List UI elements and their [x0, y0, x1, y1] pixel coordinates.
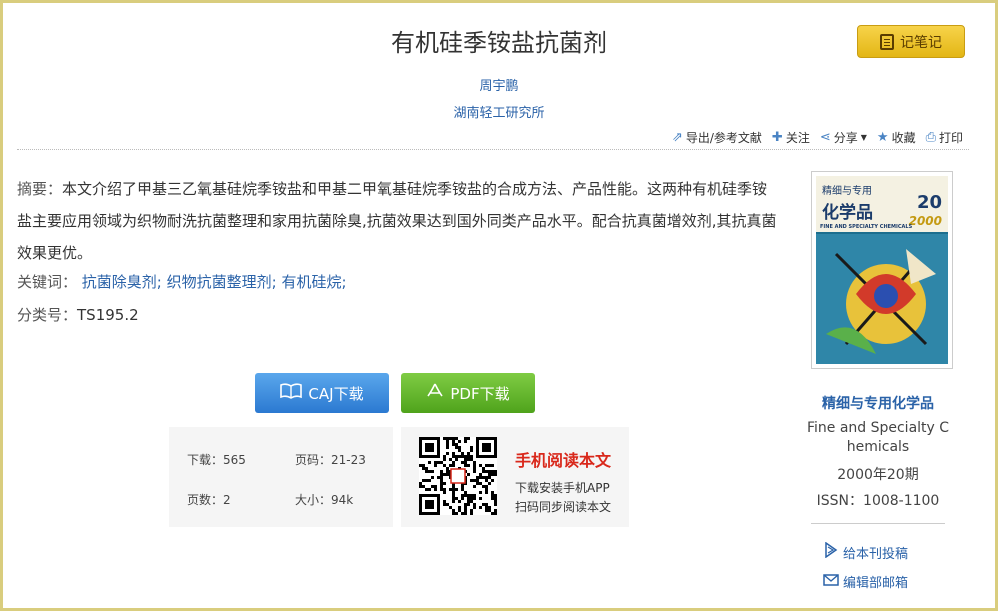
- submit-manuscript-link[interactable]: 给本刊投稿: [823, 541, 909, 562]
- institution-link[interactable]: 湖南轻工研究所: [3, 102, 995, 121]
- caj-download-button[interactable]: CAJ下载: [255, 373, 389, 413]
- header-divider: [17, 149, 969, 150]
- submit-label: 给本刊投稿: [843, 546, 909, 562]
- email-label: 编辑部邮箱: [843, 576, 909, 591]
- author-link[interactable]: 周宇鹏: [3, 75, 995, 94]
- book-icon: [280, 383, 303, 403]
- notebook-icon: [880, 33, 894, 50]
- keywords-label: 关键词：: [17, 273, 78, 291]
- keyword-link[interactable]: 有机硅烷;: [281, 273, 346, 291]
- mobile-reading-title: 手机阅读本文: [515, 451, 612, 470]
- keyword-link[interactable]: 抗菌除臭剂;: [82, 273, 162, 291]
- abstract-text: 本文介绍了甲基三乙氧基硅烷季铵盐和甲基二甲氧基硅烷季铵盐的合成方法、产品性能。这…: [17, 180, 777, 262]
- caj-download-label: CAJ下载: [308, 384, 364, 403]
- printer-icon: ⎙: [925, 130, 936, 145]
- journal-en-line1: Fine and Specialty C: [806, 420, 950, 436]
- export-label: 导出/参考文献: [685, 131, 762, 145]
- sidebar-divider: [811, 523, 945, 524]
- cover-issue: 20: [916, 192, 942, 213]
- journal-en-line2: hemicals: [846, 439, 910, 455]
- pages-stat: 页码：21-23: [295, 453, 366, 467]
- print-button[interactable]: ⎙ 打印: [926, 129, 963, 146]
- qr-code[interactable]: [419, 437, 497, 515]
- classification: 分类号：TS195.2: [17, 299, 139, 331]
- journal-english-name: Fine and Specialty C hemicals: [803, 419, 953, 457]
- classification-value: TS195.2: [77, 306, 139, 324]
- editorial-email-link[interactable]: 编辑部邮箱: [823, 572, 908, 591]
- collect-button[interactable]: ★ 收藏: [877, 129, 916, 146]
- share-icon: ⋖: [819, 130, 831, 145]
- cover-en-title: FINE AND SPECIALTY CHEMICALS: [820, 224, 913, 230]
- classification-label: 分类号：: [17, 306, 78, 324]
- journal-cover[interactable]: 精细与专用 化学品 20 2000 FINE AND SPECIALTY CHE…: [811, 171, 953, 369]
- page-count-stat: 页数：2: [187, 493, 231, 507]
- take-note-label: 记笔记: [900, 34, 942, 51]
- journal-issue: 2000年20期: [837, 467, 919, 483]
- cover-artwork: [816, 234, 948, 364]
- export-references-button[interactable]: ⇗ 导出/参考文献: [672, 129, 762, 146]
- article-title: 有机硅季铵盐抗菌剂: [391, 29, 607, 57]
- downloads-stat: 下载：565: [187, 453, 246, 467]
- export-icon: ⇗: [671, 130, 683, 145]
- mobile-reading-box: 手机阅读本文 下载安装手机APP 扫码同步阅读本文: [401, 427, 629, 527]
- abstract: 摘要：本文介绍了甲基三乙氧基硅烷季铵盐和甲基二甲氧基硅烷季铵盐的合成方法、产品性…: [17, 173, 777, 269]
- cover-title-top: 精细与专用: [822, 186, 872, 197]
- journal-issn: ISSN：1008-1100: [816, 493, 940, 509]
- share-button[interactable]: ⋖ 分享 ▼: [820, 129, 867, 146]
- chevron-down-icon: ▼: [860, 133, 867, 142]
- plus-icon: ✚: [771, 130, 783, 145]
- star-icon: ★: [876, 130, 889, 145]
- cover-title: 化学品: [822, 203, 873, 223]
- pdf-icon: [426, 382, 444, 404]
- journal-name-link[interactable]: 精细与专用化学品: [803, 393, 953, 413]
- pdf-download-button[interactable]: PDF下载: [401, 373, 535, 413]
- follow-button[interactable]: ✚ 关注: [772, 129, 810, 146]
- mobile-reading-line1: 下载安装手机APP: [515, 481, 610, 495]
- size-stat: 大小：94k: [295, 493, 354, 507]
- share-label: 分享: [833, 131, 858, 145]
- article-stats: 下载：565 页码：21-23 页数：2 大小：94k: [169, 427, 393, 527]
- print-label: 打印: [938, 131, 963, 145]
- cover-year: 2000: [908, 214, 942, 228]
- collect-label: 收藏: [891, 131, 916, 145]
- follow-label: 关注: [785, 131, 810, 145]
- abstract-label: 摘要：: [17, 180, 63, 198]
- mail-icon: [823, 573, 839, 591]
- journal-cover-image: 精细与专用 化学品 20 2000 FINE AND SPECIALTY CHE…: [816, 176, 948, 364]
- keyword-link[interactable]: 织物抗菌整理剂;: [167, 273, 277, 291]
- mobile-reading-line2: 扫码同步阅读本文: [515, 500, 612, 514]
- take-note-button[interactable]: 记笔记: [857, 25, 965, 58]
- submit-icon: [823, 541, 839, 562]
- pdf-download-label: PDF下载: [450, 384, 510, 403]
- article-toolbar: ⇗ 导出/参考文献 ✚ 关注 ⋖ 分享 ▼ ★ 收藏 ⎙ 打印: [672, 129, 963, 146]
- keywords: 关键词： 抗菌除臭剂; 织物抗菌整理剂; 有机硅烷;: [17, 266, 347, 298]
